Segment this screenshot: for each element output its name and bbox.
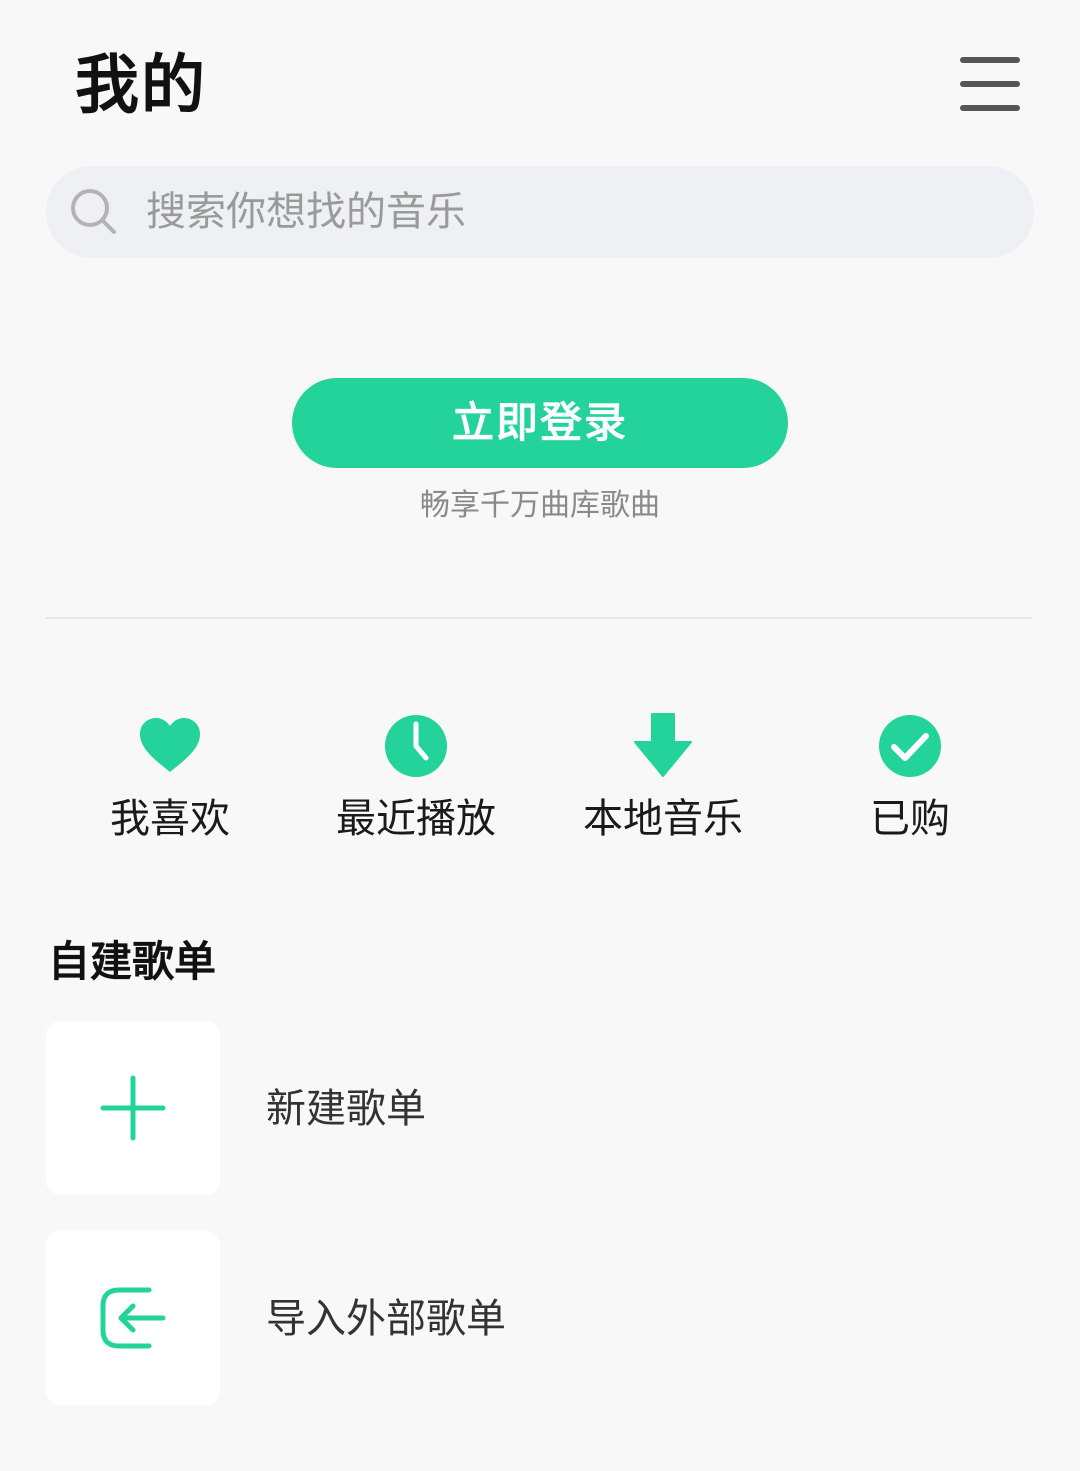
quick-action-label: 本地音乐 (583, 796, 743, 842)
search-icon (71, 189, 116, 234)
plus-icon (100, 1075, 166, 1141)
quick-action-label: 已购 (870, 796, 950, 842)
new-playlist-row[interactable]: 新建歌单 (46, 1021, 1036, 1195)
import-playlist-row[interactable]: 导入外部歌单 (46, 1231, 1036, 1405)
quick-action-favorites[interactable]: 我喜欢 (50, 712, 290, 852)
quick-action-local[interactable]: 本地音乐 (543, 712, 783, 852)
search-bar[interactable] (46, 166, 1034, 258)
quick-action-label: 我喜欢 (110, 796, 230, 842)
header: 我的 (0, 0, 1080, 160)
import-icon (100, 1287, 166, 1349)
login-subtitle: 畅享千万曲库歌曲 (420, 488, 660, 523)
section-title-playlists: 自建歌单 (48, 937, 217, 986)
login-button[interactable]: 立即登录 (292, 378, 788, 468)
quick-action-purchased[interactable]: 已购 (790, 712, 1030, 852)
quick-action-label: 最近播放 (336, 796, 496, 842)
download-arrow-icon (634, 713, 692, 777)
import-playlist-label: 导入外部歌单 (266, 1296, 506, 1342)
new-playlist-tile[interactable] (46, 1021, 220, 1195)
search-input[interactable] (146, 166, 1006, 258)
quick-action-recent[interactable]: 最近播放 (296, 712, 536, 852)
hamburger-menu-icon (960, 57, 1020, 111)
import-playlist-tile[interactable] (46, 1231, 220, 1405)
menu-button[interactable] (950, 50, 1030, 120)
new-playlist-label: 新建歌单 (266, 1086, 426, 1132)
clock-icon (385, 715, 447, 777)
check-circle-icon (879, 715, 941, 777)
divider (46, 617, 1032, 619)
page-title: 我的 (75, 49, 207, 123)
heart-icon (140, 718, 200, 772)
